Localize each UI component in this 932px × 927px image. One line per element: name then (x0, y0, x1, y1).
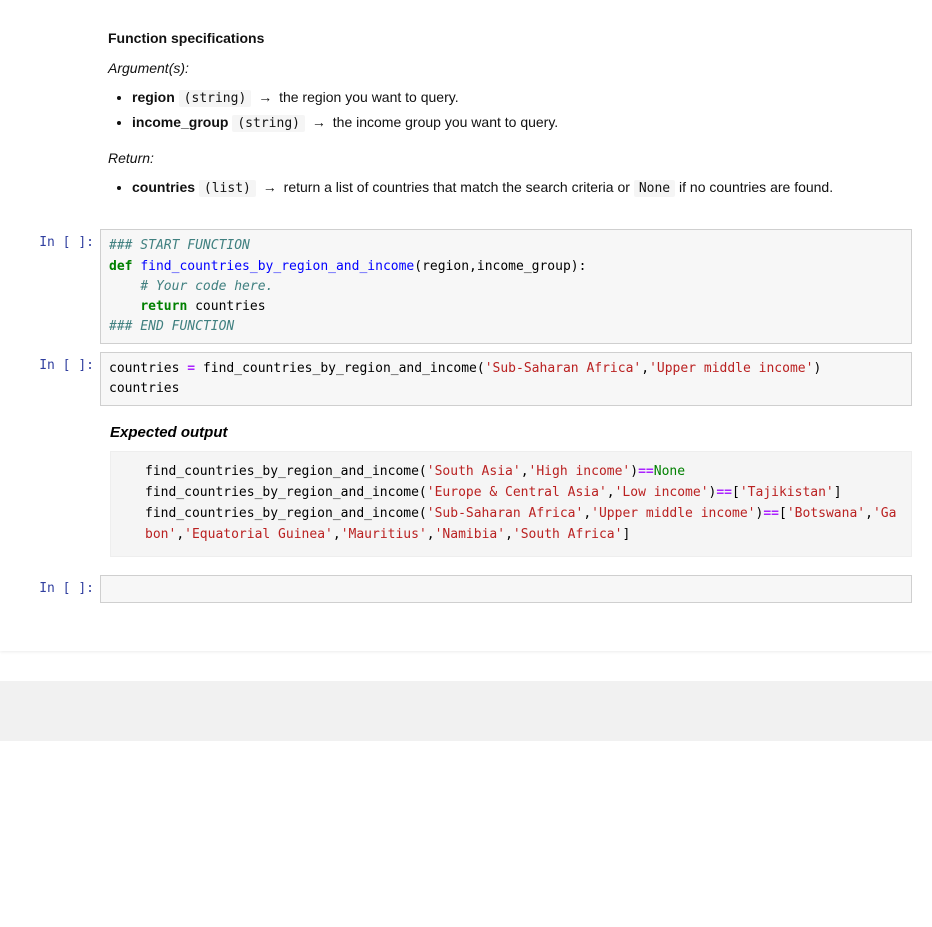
code-comment: # Your code here. (140, 279, 273, 294)
code-cell-2[interactable]: In [ ]: countries = find_countries_by_re… (20, 352, 912, 406)
code-text: countries (109, 381, 179, 396)
code-sig: (region,income_group): (414, 259, 586, 274)
arg-type: (string) (232, 115, 305, 132)
return-desc-2: if no countries are found. (679, 179, 833, 195)
return-none-code: None (634, 180, 675, 197)
arrow-icon: → (260, 179, 280, 195)
return-list: countries (list) → return a list of coun… (132, 177, 904, 199)
args-list: region (string) → the region you want to… (132, 87, 904, 133)
prompt-label: In [ ]: (20, 352, 100, 406)
code-str: 'South Africa' (513, 527, 623, 542)
expected-title: Expected output (110, 424, 912, 441)
code-input-1[interactable]: ### START FUNCTION def find_countries_by… (100, 229, 912, 344)
code-comment: ### START FUNCTION (109, 238, 250, 253)
markdown-cell-spec: Function specifications Argument(s): reg… (20, 20, 912, 221)
expected-output-block: Expected output find_countries_by_region… (110, 424, 912, 556)
code-str: 'Upper middle income' (649, 361, 813, 376)
code-str: 'Low income' (615, 485, 709, 500)
code-str: 'Botswana' (787, 506, 865, 521)
code-kw-def: def (109, 259, 132, 274)
code-text: , (641, 361, 649, 376)
arg-item-income: income_group (string) → the income group… (132, 112, 904, 134)
return-desc-1: return a list of countries that match th… (284, 179, 630, 195)
return-type: (list) (199, 180, 256, 197)
markdown-body: Function specifications Argument(s): reg… (100, 20, 912, 221)
arrow-icon: → (255, 89, 275, 105)
arg-type: (string) (179, 90, 252, 107)
code-text: countries (109, 361, 187, 376)
return-name: countries (132, 179, 195, 195)
code-id: countries (187, 299, 265, 314)
code-str: 'Sub-Saharan Africa' (485, 361, 642, 376)
code-input-empty[interactable] (100, 575, 912, 603)
code-cell-1[interactable]: In [ ]: ### START FUNCTION def find_coun… (20, 229, 912, 344)
code-op: = (187, 361, 195, 376)
code-text: find_countries_by_region_and_income( (145, 506, 427, 521)
code-text: , (505, 527, 513, 542)
footer-bar (0, 681, 932, 741)
code-text: ] (622, 527, 630, 542)
code-text: [ (732, 485, 740, 500)
args-subhead: Argument(s): (108, 58, 904, 80)
arg-name: income_group (132, 114, 228, 130)
code-str: 'Equatorial Guinea' (184, 527, 333, 542)
code-text: , (333, 527, 341, 542)
arg-item-region: region (string) → the region you want to… (132, 87, 904, 109)
code-kw-return: return (140, 299, 187, 314)
arg-desc: the income group you want to query. (333, 114, 558, 130)
prompt-empty (20, 20, 100, 221)
code-str: 'Upper middle income' (591, 506, 755, 521)
notebook-container: Function specifications Argument(s): reg… (0, 0, 932, 651)
prompt-label: In [ ]: (20, 575, 100, 603)
code-str: 'Sub-Saharan Africa' (427, 506, 584, 521)
code-text: , (607, 485, 615, 500)
code-str: 'Europe & Central Asia' (427, 485, 607, 500)
expected-pre: find_countries_by_region_and_income('Sou… (110, 451, 912, 556)
code-str: 'Mauritius' (341, 527, 427, 542)
spec-title: Function specifications (108, 28, 904, 50)
code-fn: find_countries_by_region_and_income (140, 259, 414, 274)
prompt-label: In [ ]: (20, 229, 100, 344)
code-text: ] (834, 485, 842, 500)
arg-desc: the region you want to query. (279, 89, 459, 105)
code-input-2[interactable]: countries = find_countries_by_region_and… (100, 352, 912, 406)
code-op: == (716, 485, 732, 500)
code-op: == (638, 464, 654, 479)
return-subhead: Return: (108, 148, 904, 170)
code-text: find_countries_by_region_and_income( (195, 361, 485, 376)
code-text: [ (779, 506, 787, 521)
code-text: ) (813, 361, 821, 376)
code-text: , (521, 464, 529, 479)
code-text: ) (630, 464, 638, 479)
code-str: 'High income' (529, 464, 631, 479)
code-text: , (176, 527, 184, 542)
arg-name: region (132, 89, 175, 105)
code-text: , (583, 506, 591, 521)
arrow-icon: → (309, 114, 329, 130)
code-op: == (763, 506, 779, 521)
code-str: 'Tajikistan' (740, 485, 834, 500)
code-text: find_countries_by_region_and_income( (145, 485, 427, 500)
code-str: 'South Asia' (427, 464, 521, 479)
code-text: find_countries_by_region_and_income( (145, 464, 427, 479)
code-text: , (427, 527, 435, 542)
code-none: None (654, 464, 685, 479)
return-item: countries (list) → return a list of coun… (132, 177, 904, 199)
code-str: 'Namibia' (435, 527, 505, 542)
code-comment: ### END FUNCTION (109, 319, 234, 334)
code-text: , (865, 506, 873, 521)
code-cell-empty[interactable]: In [ ]: (20, 575, 912, 603)
